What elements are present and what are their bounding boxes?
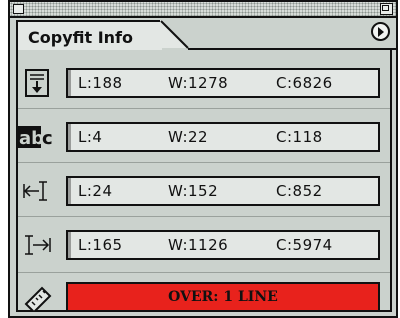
zoom-box[interactable] — [380, 3, 393, 15]
line-count: L:188 — [78, 74, 123, 92]
row-divider — [18, 216, 390, 217]
word-count: W:1126 — [168, 236, 229, 254]
row-divider — [18, 162, 390, 163]
word-count: W:22 — [168, 128, 209, 146]
char-count: C:118 — [276, 128, 323, 146]
story-counts-field: L:188 W:1278 C:6826 — [66, 68, 380, 98]
before-cursor-counts-field: L:24 W:152 C:852 — [66, 176, 380, 206]
palette-title-bar[interactable] — [10, 2, 396, 18]
line-count: L:165 — [78, 236, 123, 254]
copyfit-row-before-cursor: L:24 W:152 C:852 — [18, 166, 390, 222]
word-count: W:1278 — [168, 74, 229, 92]
close-box[interactable] — [13, 4, 24, 14]
copyfit-row-story: L:188 W:1278 C:6826 — [18, 58, 390, 114]
line-count: L:4 — [78, 128, 103, 146]
row-divider — [18, 108, 390, 109]
char-count: C:5974 — [276, 236, 333, 254]
tab-label: Copyfit Info — [28, 28, 133, 47]
char-count: C:852 — [276, 182, 323, 200]
selection-counts-field: L:4 W:22 C:118 — [66, 122, 380, 152]
overset-status-text: OVER: 1 LINE — [168, 289, 278, 305]
after-cursor-counts-field: L:165 W:1126 C:5974 — [66, 230, 380, 260]
before-cursor-icon — [23, 181, 47, 201]
story-icon — [25, 69, 49, 97]
svg-text:ab: ab — [19, 128, 44, 149]
tab-slant — [160, 20, 189, 49]
word-count: W:152 — [168, 182, 219, 200]
copyfit-palette: Copyfit Info L:188 W:1278 C:6826 ab c L:… — [8, 0, 398, 318]
char-count: C:6826 — [276, 74, 333, 92]
copyfit-row-after-cursor: L:165 W:1126 C:5974 — [18, 220, 390, 276]
svg-text:c: c — [42, 128, 53, 149]
row-divider — [18, 272, 390, 273]
panel-body: L:188 W:1278 C:6826 ab c L:4 W:22 C:118 — [16, 50, 392, 312]
line-count: L:24 — [78, 182, 113, 200]
copyfit-row-selection: ab c L:4 W:22 C:118 — [18, 112, 390, 168]
palette-menu-button[interactable] — [371, 22, 390, 41]
after-cursor-icon — [25, 235, 51, 255]
selection-icon: ab c — [18, 126, 53, 149]
ruler-icon — [24, 286, 52, 312]
overset-status-bar: OVER: 1 LINE — [66, 282, 380, 312]
